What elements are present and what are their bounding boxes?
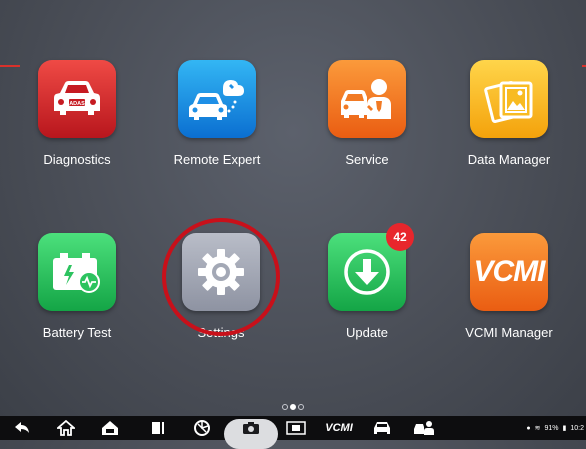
car-mechanic-nav-icon[interactable] [412, 416, 436, 440]
vcmi-logo: VCMI [473, 255, 546, 288]
vcmi-nav-text: VCMI [325, 422, 353, 434]
adas-label: ADAS [69, 101, 85, 107]
edge-accent-line-right [582, 65, 586, 67]
app-label: Remote Expert [173, 152, 261, 167]
download-arrow-icon [344, 249, 390, 295]
app-diagnostics[interactable]: ADAS Diagnostics [22, 60, 132, 168]
app-vcmi-manager[interactable]: VCMI VCMI Manager [454, 233, 564, 341]
car-icon[interactable] [370, 416, 394, 440]
recent-apps-icon[interactable] [146, 416, 170, 440]
navigation-bar: VCMI ● ≋ 91% ▮ 10:2 [0, 416, 586, 449]
service-tile[interactable] [328, 60, 406, 138]
page-dot-active [290, 404, 296, 410]
update-count-badge: 42 [386, 223, 414, 251]
photo-gallery-icon [484, 81, 533, 123]
car-adas-icon: ADAS [54, 81, 100, 115]
home-screen: ADAS Diagnostics Remote Expert Service D… [0, 0, 586, 449]
app-label: Battery Test [42, 325, 112, 340]
location-icon: ● [526, 424, 531, 432]
battery-icon [53, 253, 100, 293]
app-remote-expert[interactable]: Remote Expert [162, 60, 272, 168]
app-service[interactable]: Service [312, 60, 422, 168]
battery-percent: 91% [544, 424, 559, 432]
page-indicator [0, 397, 586, 415]
camera-icon[interactable] [239, 416, 263, 440]
update-tile[interactable]: 42 [328, 223, 414, 311]
app-data-manager[interactable]: Data Manager [454, 60, 564, 168]
page-dot [282, 404, 288, 410]
app-label: Diagnostics [43, 152, 111, 167]
car-home-icon[interactable] [98, 416, 122, 440]
vcmi-nav-logo[interactable]: VCMI [322, 416, 356, 440]
diagnostics-tile[interactable]: ADAS [38, 60, 116, 138]
car-cloud-wrench-icon [189, 80, 244, 120]
browser-icon[interactable] [190, 416, 214, 440]
settings-highlight-circle [162, 218, 280, 336]
battery-status-icon: ▮ [562, 425, 567, 432]
app-label: Update [346, 325, 388, 340]
edge-accent-line-left [0, 65, 20, 67]
screen-record-icon[interactable] [284, 416, 308, 440]
car-mechanic-icon [341, 79, 391, 119]
back-icon[interactable] [10, 416, 34, 440]
remote-expert-tile[interactable] [178, 60, 256, 138]
wifi-icon: ≋ [534, 425, 541, 432]
clock-time: 10:2 [570, 424, 584, 432]
data-manager-tile[interactable] [470, 60, 548, 138]
battery-test-tile[interactable] [38, 233, 116, 311]
app-update[interactable]: 42 Update [312, 223, 422, 341]
app-battery-test[interactable]: Battery Test [22, 233, 132, 341]
page-dot [298, 404, 304, 410]
vcmi-manager-tile[interactable]: VCMI [470, 233, 548, 311]
status-bar: ● ≋ 91% ▮ 10:2 [526, 416, 584, 440]
app-label: Service [345, 152, 389, 167]
app-label: Data Manager [467, 152, 551, 167]
app-label: VCMI Manager [465, 325, 553, 340]
home-icon[interactable] [54, 416, 78, 440]
